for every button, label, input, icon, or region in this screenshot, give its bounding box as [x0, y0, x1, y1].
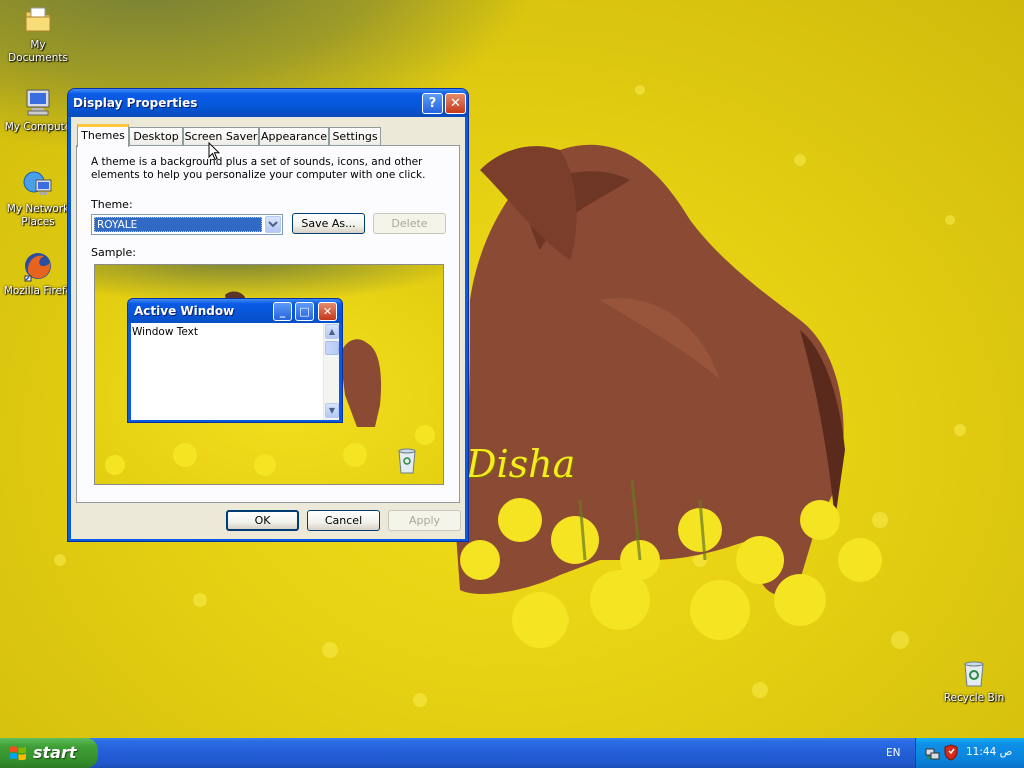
sample-window-text: Window Text — [132, 326, 198, 338]
firefox-icon — [22, 250, 54, 282]
theme-select[interactable]: ROYALE — [91, 214, 283, 235]
delete-button[interactable]: Delete — [373, 213, 446, 234]
help-button[interactable]: ? — [422, 93, 443, 114]
sample-active-window: Active Window _ □ ✕ Window Text ▲ ▼ — [127, 298, 343, 423]
tab-desktop[interactable]: Desktop — [129, 127, 183, 146]
network-places-icon — [22, 168, 54, 200]
cancel-button[interactable]: Cancel — [307, 510, 380, 531]
sample-close-button: ✕ — [318, 302, 337, 321]
desktop-icon-label: My Network Places — [6, 203, 70, 228]
recycle-bin-icon — [958, 657, 990, 689]
windows-logo-icon — [10, 746, 26, 761]
ok-button[interactable]: OK — [226, 510, 299, 531]
network-tray-icon[interactable] — [925, 745, 941, 761]
display-properties-window: Display Properties ? ✕ Themes Desktop Sc… — [67, 88, 469, 542]
sample-maximize-button: □ — [295, 302, 314, 321]
tab-settings[interactable]: Settings — [329, 127, 381, 146]
close-button[interactable]: ✕ — [445, 93, 466, 114]
mouse-cursor-icon — [208, 142, 220, 161]
sample-scroll-thumb — [325, 341, 339, 355]
tab-themes[interactable]: Themes — [77, 124, 129, 147]
desktop-icon-label: My Compute — [4, 121, 72, 133]
tab-appearance[interactable]: Appearance — [259, 127, 329, 146]
desktop-icon-firefox[interactable]: Mozilla Firefo — [0, 250, 76, 298]
sample-label: Sample: — [91, 246, 136, 259]
sample-titlebar: Active Window _ □ ✕ — [128, 299, 342, 323]
system-tray: 11:44 ص — [915, 738, 1024, 768]
desktop-icon-label: My Documents — [8, 39, 68, 64]
window-titlebar[interactable]: Display Properties ? ✕ — [68, 89, 468, 117]
sample-scrollbar: ▲ ▼ — [323, 323, 339, 420]
sample-recycle-bin-icon — [395, 445, 419, 475]
sample-minimize-button: _ — [273, 302, 292, 321]
theme-selected-value: ROYALE — [94, 217, 262, 232]
desktop-icon-my-documents[interactable]: My Documents — [0, 4, 76, 65]
sample-window-title: Active Window — [134, 304, 235, 318]
desktop-icon-network-places[interactable]: My Network Places — [0, 168, 76, 229]
wallpaper-caption: Disha — [466, 442, 576, 486]
start-label: start — [33, 743, 77, 762]
scroll-down-icon: ▼ — [325, 403, 339, 418]
desktop-icon-label: Recycle Bin — [943, 692, 1005, 704]
security-shield-icon[interactable] — [944, 744, 958, 761]
themes-panel: A theme is a background plus a set of so… — [76, 145, 460, 503]
theme-sample-preview: Active Window _ □ ✕ Window Text ▲ ▼ — [94, 264, 444, 485]
desktop-icon-my-computer[interactable]: My Compute — [0, 86, 76, 134]
taskbar: start EN 11:44 ص — [0, 738, 1024, 768]
desktop-icon-recycle-bin[interactable]: Recycle Bin — [936, 657, 1012, 705]
my-documents-icon — [22, 4, 54, 36]
my-computer-icon — [22, 86, 54, 118]
sample-window-content: Window Text ▲ ▼ — [131, 323, 339, 420]
desktop-icon-label: Mozilla Firefo — [3, 285, 73, 297]
language-indicator[interactable]: EN — [886, 747, 901, 759]
window-body: Themes Desktop Screen Saver Appearance S… — [71, 117, 465, 539]
theme-label: Theme: — [91, 198, 133, 211]
tab-screen-saver[interactable]: Screen Saver — [183, 127, 259, 146]
start-button[interactable]: start — [0, 738, 98, 768]
clock[interactable]: 11:44 ص — [966, 746, 1012, 758]
save-as-button[interactable]: Save As... — [292, 213, 365, 234]
window-title: Display Properties — [73, 96, 198, 110]
apply-button[interactable]: Apply — [388, 510, 461, 531]
chevron-down-icon[interactable] — [265, 216, 281, 233]
themes-description: A theme is a background plus a set of so… — [91, 156, 426, 181]
scroll-up-icon: ▲ — [325, 324, 339, 339]
